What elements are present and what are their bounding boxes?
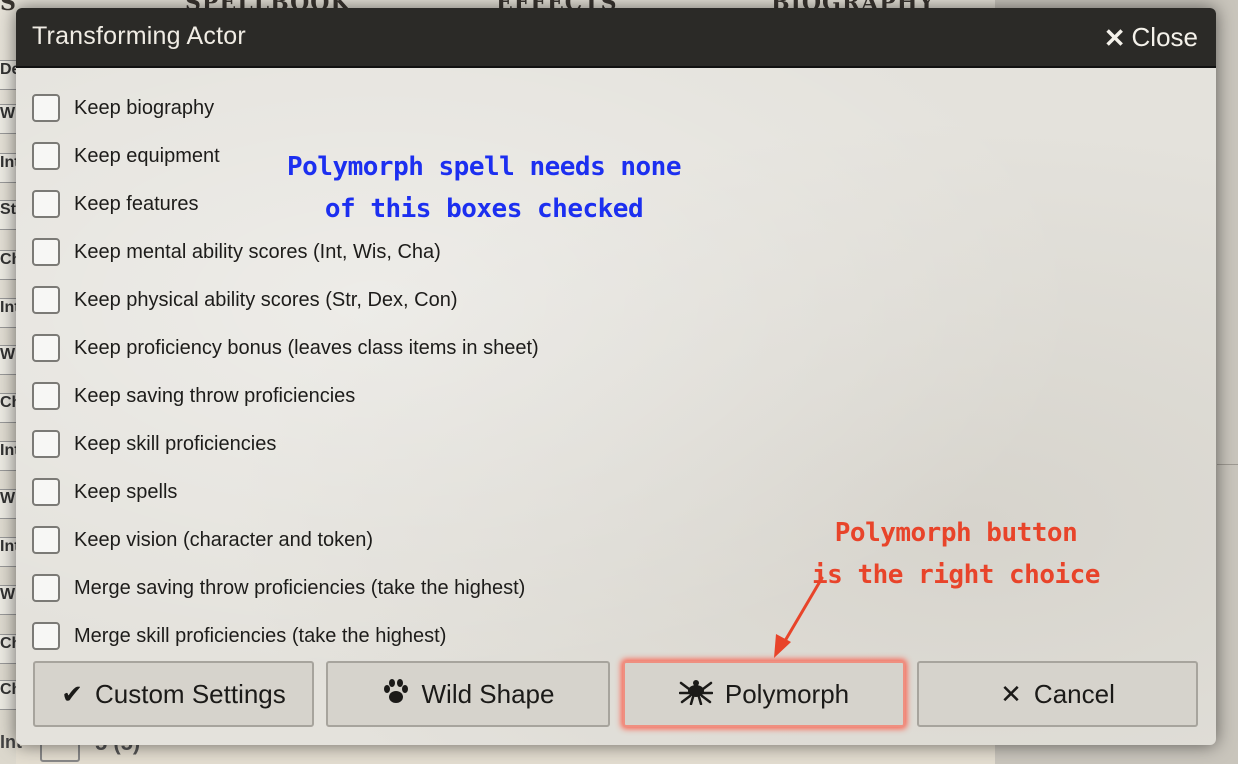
checkbox[interactable] [32, 526, 60, 554]
option-keep-proficiency-bonus[interactable]: Keep proficiency bonus (leaves class ite… [32, 332, 539, 364]
x-icon: ✕ [1000, 679, 1022, 709]
annotation-red: Polymorph button is the right choice [806, 512, 1106, 596]
option-label: Keep biography [74, 96, 215, 119]
dialog-header[interactable]: Transforming Actor ✕ Close [16, 8, 1216, 68]
option-keep-features[interactable]: Keep features [32, 188, 199, 220]
checkbox[interactable] [32, 190, 60, 218]
option-keep-physical-scores[interactable]: Keep physical ability scores (Str, Dex, … [32, 284, 458, 316]
polymorph-button[interactable]: Polymorph [623, 661, 905, 727]
close-button[interactable]: ✕ Close [1104, 22, 1198, 53]
option-keep-skills[interactable]: Keep skill proficiencies [32, 428, 276, 460]
option-label: Merge saving throw proficiencies (take t… [74, 576, 526, 599]
option-label: Keep features [74, 192, 199, 215]
button-label: Polymorph [724, 678, 850, 709]
paw-icon [382, 679, 410, 709]
checkbox[interactable] [32, 574, 60, 602]
creature-icon [678, 679, 714, 709]
option-label: Keep physical ability scores (Str, Dex, … [74, 288, 458, 311]
checkbox[interactable] [32, 430, 60, 458]
cancel-button[interactable]: ✕ Cancel [917, 661, 1198, 727]
option-keep-equipment[interactable]: Keep equipment [32, 140, 220, 172]
transform-dialog: Transforming Actor ✕ Close Keep biograph… [16, 8, 1216, 745]
option-merge-saving-throws[interactable]: Merge saving throw proficiencies (take t… [32, 572, 525, 604]
checkbox[interactable] [32, 478, 60, 506]
option-label: Keep equipment [74, 144, 220, 167]
checkbox[interactable] [32, 142, 60, 170]
option-label: Keep saving throw proficiencies [74, 384, 356, 407]
dialog-title: Transforming Actor [32, 22, 246, 50]
button-label: Custom Settings [95, 678, 286, 709]
background-ability-column: De Wi Int St Ch Int Wi Ch Int Wi Int Wi … [0, 60, 18, 760]
option-label: Keep mental ability scores (Int, Wis, Ch… [74, 240, 441, 263]
option-keep-vision[interactable]: Keep vision (character and token) [32, 524, 373, 556]
annotation-blue-line: Polymorph spell needs none [287, 152, 682, 182]
custom-settings-button[interactable]: ✔ Custom Settings [33, 661, 314, 727]
annotation-blue: Polymorph spell needs none of this boxes… [274, 146, 694, 230]
annotation-red-line: Polymorph button [834, 518, 1078, 548]
option-label: Keep spells [74, 480, 178, 503]
checkbox[interactable] [32, 286, 60, 314]
close-icon: ✕ [1103, 22, 1126, 53]
option-keep-spells[interactable]: Keep spells [32, 476, 177, 508]
option-label: Merge skill proficiencies (take the high… [74, 624, 447, 647]
option-keep-saving-throws[interactable]: Keep saving throw proficiencies [32, 380, 355, 412]
checkbox[interactable] [32, 238, 60, 266]
checkbox[interactable] [32, 94, 60, 122]
option-keep-mental-scores[interactable]: Keep mental ability scores (Int, Wis, Ch… [32, 236, 441, 268]
button-label: Wild Shape [421, 678, 555, 709]
checkbox[interactable] [32, 382, 60, 410]
option-label: Keep skill proficiencies [74, 432, 277, 455]
option-label: Keep vision (character and token) [74, 528, 374, 551]
background-tab-fragment[interactable]: S [0, 0, 17, 16]
divider [1217, 464, 1238, 465]
button-label: Cancel [1033, 678, 1115, 709]
close-label: Close [1131, 22, 1198, 52]
option-keep-biography[interactable]: Keep biography [32, 92, 214, 124]
option-label: Keep proficiency bonus (leaves class ite… [74, 336, 539, 359]
wild-shape-button[interactable]: Wild Shape [326, 661, 610, 727]
annotation-blue-line: of this boxes checked [324, 194, 644, 224]
option-merge-skills[interactable]: Merge skill proficiencies (take the high… [32, 620, 446, 652]
checkbox[interactable] [32, 622, 60, 650]
annotation-red-line: is the right choice [812, 560, 1100, 590]
checkmark-icon: ✔ [61, 679, 84, 709]
checkbox[interactable] [32, 334, 60, 362]
